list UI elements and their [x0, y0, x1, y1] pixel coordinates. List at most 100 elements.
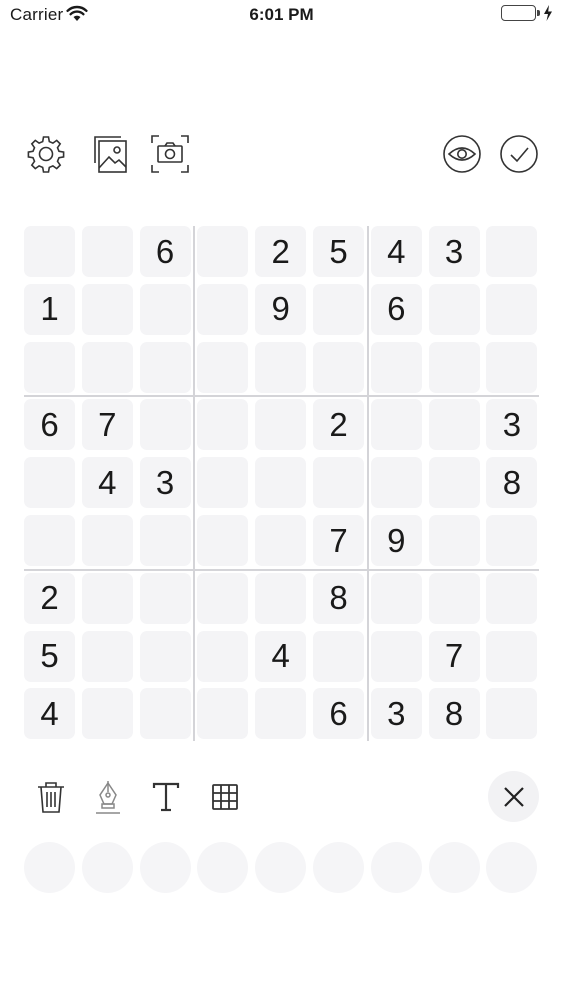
grid-cell[interactable]: 7 [428, 630, 480, 682]
grid-cell[interactable] [255, 688, 307, 740]
grid-cell[interactable] [197, 688, 249, 740]
grid-cell[interactable]: 4 [370, 226, 422, 277]
grid-cell[interactable] [24, 226, 75, 277]
grid-cell[interactable]: 4 [255, 630, 307, 682]
grid-cell[interactable] [486, 283, 538, 335]
grid-cell[interactable]: 7 [313, 515, 364, 566]
grid-cell[interactable] [370, 341, 422, 393]
grid-cell[interactable] [313, 457, 364, 509]
grid-cell[interactable]: 2 [24, 572, 75, 624]
grid-mode-button[interactable] [203, 775, 247, 819]
grid-cell[interactable]: 3 [370, 688, 422, 740]
grid-cell[interactable] [486, 630, 538, 682]
grid-cell[interactable]: 8 [313, 572, 364, 624]
grid-cell[interactable]: 9 [255, 283, 307, 335]
grid-cell[interactable] [81, 630, 133, 682]
text-mode-button[interactable] [144, 775, 188, 819]
grid-cell[interactable] [197, 515, 249, 566]
grid-cell[interactable] [81, 572, 133, 624]
grid-cell[interactable] [197, 572, 249, 624]
grid-cell[interactable] [486, 226, 538, 277]
grid-cell[interactable] [139, 341, 191, 393]
grid-cell[interactable] [24, 457, 75, 509]
grid-cell[interactable]: 6 [139, 226, 191, 277]
grid-cell[interactable] [24, 341, 75, 393]
grid-cell[interactable]: 7 [81, 399, 133, 451]
number-button[interactable]: 9 [486, 842, 538, 893]
grid-cell[interactable] [486, 341, 538, 393]
scan-button[interactable] [149, 133, 191, 175]
grid-cell[interactable] [24, 515, 75, 566]
grid-cell[interactable]: 8 [428, 688, 480, 740]
grid-cell[interactable] [81, 515, 133, 566]
pen-mode-button[interactable] [86, 775, 130, 819]
grid-cell[interactable] [428, 283, 480, 335]
grid-cell[interactable] [81, 688, 133, 740]
grid-cell[interactable]: 4 [81, 457, 133, 509]
grid-cell[interactable]: 9 [370, 515, 422, 566]
grid-cell[interactable] [197, 283, 249, 335]
close-button[interactable] [488, 771, 539, 822]
grid-cell[interactable] [428, 457, 480, 509]
settings-button[interactable] [25, 133, 67, 175]
grid-cell[interactable]: 8 [486, 457, 538, 509]
grid-cell[interactable]: 2 [313, 399, 364, 451]
number-button[interactable]: 8 [428, 842, 480, 893]
number-button[interactable]: 3 [139, 842, 191, 893]
number-button[interactable]: 1 [24, 842, 75, 893]
grid-cell[interactable] [486, 572, 538, 624]
grid-cell[interactable] [197, 457, 249, 509]
grid-cell[interactable] [81, 283, 133, 335]
grid-cell[interactable]: 3 [428, 226, 480, 277]
grid-cell[interactable]: 5 [24, 630, 75, 682]
grid-cell[interactable] [486, 515, 538, 566]
grid-cell[interactable] [255, 457, 307, 509]
grid-cell[interactable] [370, 572, 422, 624]
number-button[interactable]: 6 [313, 842, 364, 893]
grid-cell[interactable] [370, 457, 422, 509]
reveal-button[interactable] [441, 133, 483, 175]
number-button[interactable]: 4 [197, 842, 249, 893]
grid-cell[interactable] [139, 572, 191, 624]
grid-cell[interactable] [428, 341, 480, 393]
grid-cell[interactable] [81, 341, 133, 393]
grid-cell[interactable] [139, 630, 191, 682]
grid-cell[interactable]: 2 [255, 226, 307, 277]
gallery-button[interactable] [87, 133, 129, 175]
number-button[interactable]: 5 [255, 842, 307, 893]
grid-cell[interactable] [197, 226, 249, 277]
delete-button[interactable] [29, 775, 73, 819]
check-button[interactable] [498, 133, 540, 175]
grid-cell[interactable] [197, 630, 249, 682]
grid-cell[interactable] [139, 399, 191, 451]
grid-cell[interactable] [255, 572, 307, 624]
number-button[interactable]: 7 [370, 842, 422, 893]
number-button[interactable]: 2 [81, 842, 133, 893]
grid-cell[interactable]: 1 [24, 283, 75, 335]
grid-cell[interactable] [428, 515, 480, 566]
grid-cell[interactable] [370, 399, 422, 451]
grid-cell[interactable]: 4 [24, 688, 75, 740]
grid-cell[interactable] [197, 399, 249, 451]
grid-cell[interactable] [313, 283, 364, 335]
grid-cell[interactable] [81, 226, 133, 277]
grid-cell[interactable] [255, 341, 307, 393]
grid-cell[interactable] [139, 515, 191, 566]
grid-cell[interactable] [139, 688, 191, 740]
grid-cell[interactable] [313, 630, 364, 682]
grid-cell[interactable]: 3 [139, 457, 191, 509]
grid-cell[interactable] [313, 341, 364, 393]
grid-cell[interactable]: 6 [313, 688, 364, 740]
grid-cell[interactable]: 5 [313, 226, 364, 277]
grid-cell[interactable] [197, 341, 249, 393]
grid-cell[interactable]: 3 [486, 399, 538, 451]
grid-cell[interactable] [139, 283, 191, 335]
grid-cell[interactable] [255, 399, 307, 451]
grid-cell[interactable]: 6 [370, 283, 422, 335]
grid-cell[interactable] [255, 515, 307, 566]
grid-cell[interactable] [370, 630, 422, 682]
grid-cell[interactable] [486, 688, 538, 740]
grid-cell[interactable] [428, 572, 480, 624]
grid-cell[interactable]: 6 [24, 399, 75, 451]
grid-cell[interactable] [428, 399, 480, 451]
